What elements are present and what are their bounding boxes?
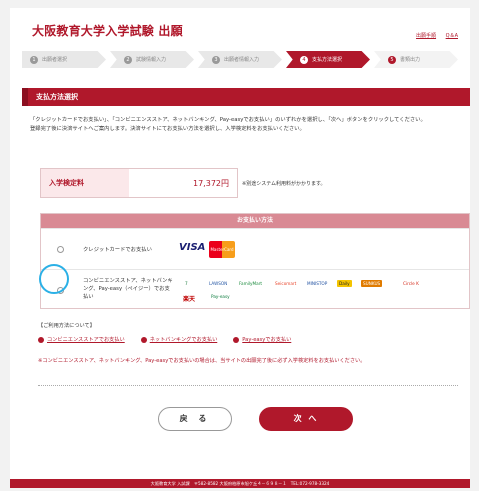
step-number: 1 [30,55,38,64]
seven-eleven-logo: 7 [185,281,188,286]
lawson-logo: LAWSON [209,281,228,286]
step-number: 3 [212,55,220,64]
header-links: 出願手順 Q＆A [408,32,458,39]
sunkus-logo: SUNKUS [361,280,383,287]
step-number: 4 [300,55,308,64]
step-label: 出願者選択 [42,57,68,63]
fee-value: 17,372円 [193,178,229,188]
section-title: 支払方法選択 [22,88,470,106]
step-label: 書類出力 [400,57,421,63]
usage-links: コンビニエンスストアでお支払い ネットバンキングでお支払い Pay-easyでお… [38,336,307,343]
site-title: 大阪教育大学入学試験 出願 [32,24,183,38]
next-button[interactable]: 次 へ [259,407,353,431]
payment-warning: ※コンビニエンスストア、ネットバンキング、Pay-easyでお支払いの場合は、当… [38,358,366,364]
circle-k-logo: Circle K [403,281,419,286]
rakuten-logo: 楽天 [183,296,196,303]
fee-box: 入学検定料 17,372円 [40,168,238,198]
step-label: 支払方法選択 [312,57,343,63]
step-number: 5 [388,55,396,64]
highlight-circle-annotation [39,264,69,294]
bullet-icon [38,336,44,343]
fee-note: ※別途システム利用料がかかります。 [242,181,326,187]
step-5: 5 書類出力 [374,51,458,68]
daily-logo: Daily [337,280,352,287]
bullet-icon [233,336,240,343]
usage-notes-title: 【ご利用方法について】 [38,323,95,329]
cvs-howto-link[interactable]: コンビニエンスストアでお支払い [38,336,125,343]
intro-text: 「クレジットカードでお支払い」、「コンビニエンスストア、ネットバンキング、Pay… [30,116,460,134]
pay-easy-logo: Pay-easy [211,294,230,299]
payment-methods-header: お支払い方法 [41,214,469,228]
credit-card-row[interactable]: クレジットカードでお支払い VISA MasterCard [41,228,469,269]
netbanking-howto-link[interactable]: ネットバンキングでお支払い [140,336,217,343]
step-3: 3 出願者情報入力 [198,51,282,68]
fee-label: 入学検定料 [41,169,129,197]
mastercard-logo: MasterCard [209,241,235,258]
step-1: 1 出願者選択 [22,51,106,68]
convenience-store-row[interactable]: コンビニエンスストア、ネットバンキング、Pay-easy（ペイジー）でお支払い … [41,269,469,310]
bullet-icon [140,336,147,343]
intro-line-1: 「クレジットカードでお支払い」、「コンビニエンスストア、ネットバンキング、Pay… [30,117,426,123]
familymart-logo: FamilyMart [239,281,263,286]
faq-link[interactable]: Q＆A [446,33,458,39]
guide-link[interactable]: 出願手順 [416,33,436,39]
divider [38,385,458,386]
step-number: 2 [124,55,132,64]
ministop-logo: MINISTOP [307,281,328,286]
step-label: 試験情報入力 [136,57,167,63]
step-2: 2 試験情報入力 [110,51,194,68]
footer: 大阪教育大学 入試課 〒582-8582 大阪府柏原市旭ケ丘４－６９８－１ TE… [10,479,470,488]
credit-card-radio[interactable] [57,246,64,253]
visa-logo: VISA [179,242,206,253]
back-button[interactable]: 戻 る [158,407,232,431]
intro-line-2: 登録完了後に決済サイトへご案内します。決済サイトにてお支払い方法を選択し、入学検… [30,126,305,132]
header: 大阪教育大学入学試験 出願 出願手順 Q＆A [10,8,470,50]
payeasy-howto-link[interactable]: Pay-easyでお支払い [233,336,291,343]
seicomart-logo: Seicomart [275,281,297,286]
convenience-store-label: コンビニエンスストア、ネットバンキング、Pay-easy（ペイジー）でお支払い [83,278,173,300]
credit-card-label: クレジットカードでお支払い [83,247,152,253]
step-label: 出願者情報入力 [224,57,260,63]
page-frame: 大阪教育大学入学試験 出願 出願手順 Q＆A 1 出願者選択 2 試験情報入力 … [10,8,470,488]
progress-steps: 1 出願者選択 2 試験情報入力 3 出願者情報入力 4 支払方法選択 5 書類… [22,51,470,68]
step-4-active: 4 支払方法選択 [286,51,370,68]
payment-methods-table: お支払い方法 クレジットカードでお支払い VISA MasterCard コンビ… [40,213,470,309]
